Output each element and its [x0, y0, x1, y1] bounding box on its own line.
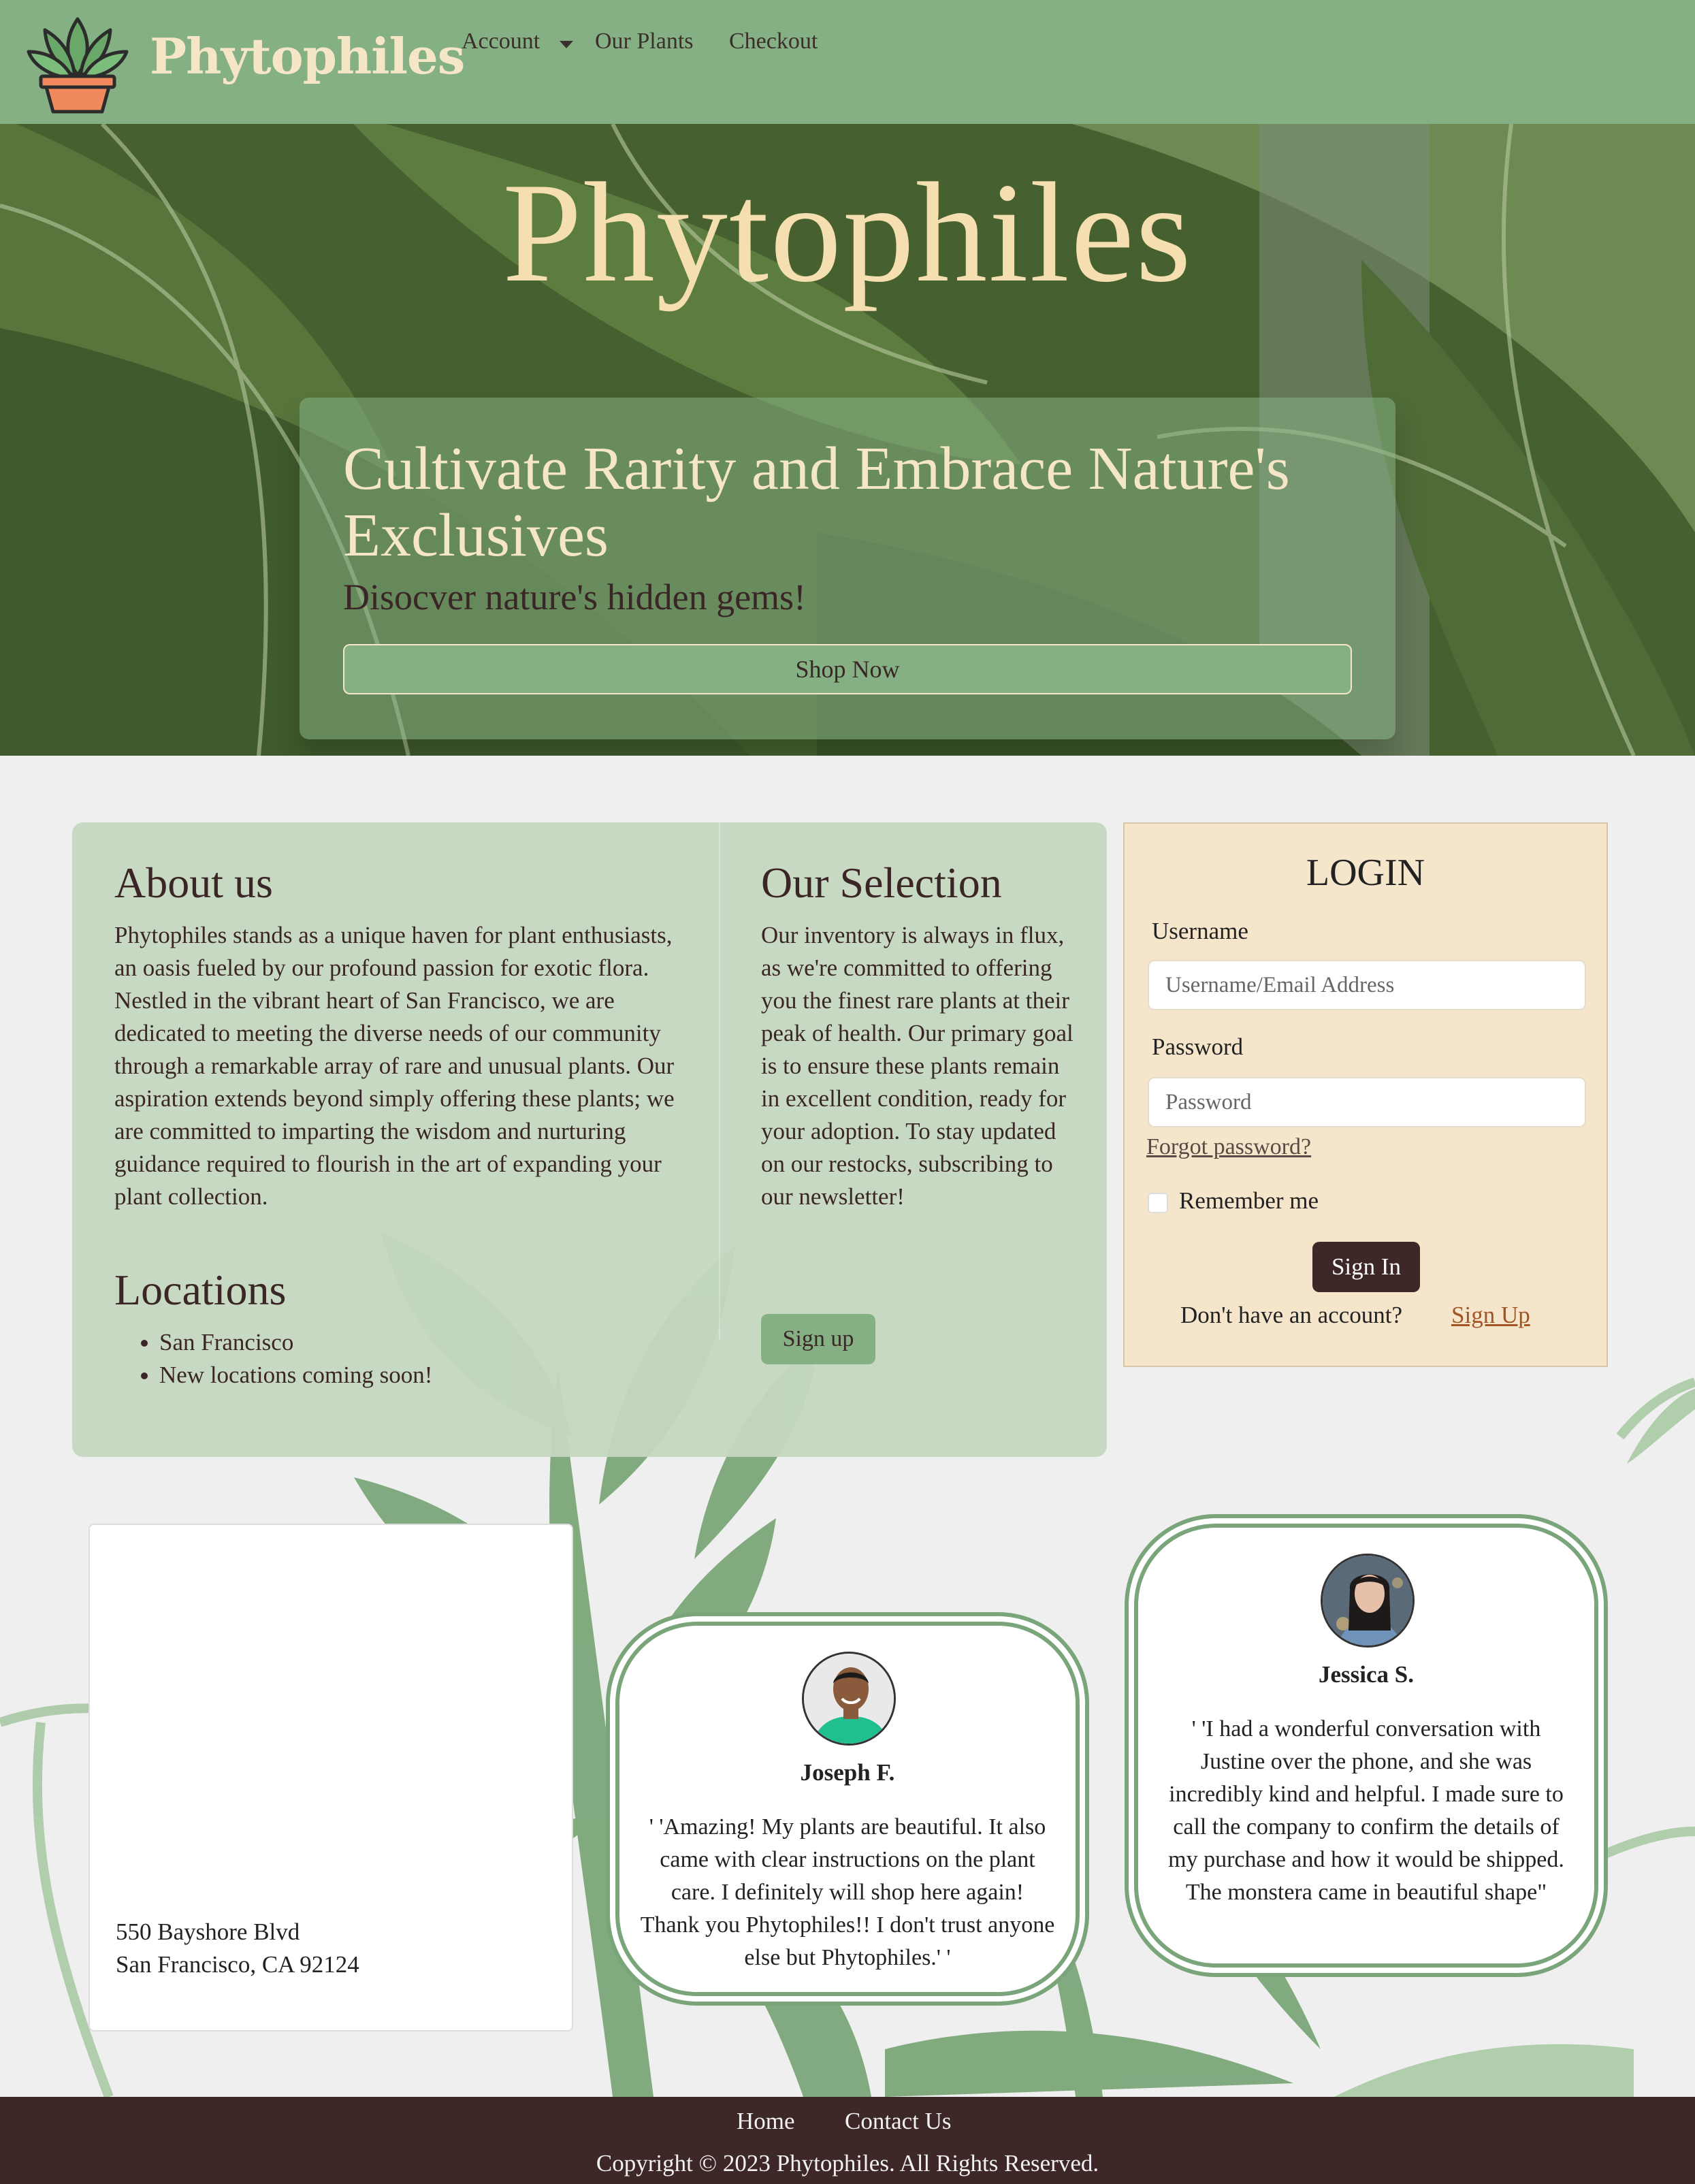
- footer-home-link[interactable]: Home: [737, 2108, 795, 2135]
- chevron-down-icon[interactable]: [560, 41, 573, 48]
- login-form: LOGIN Username Username/Email Address Pa…: [1123, 822, 1608, 1367]
- hero-heading: Cultivate Rarity and Embrace Nature's Ex…: [343, 435, 1290, 569]
- shop-now-button[interactable]: Shop Now: [343, 644, 1352, 694]
- hero-section: Phytophiles Cultivate Rarity and Embrace…: [0, 124, 1695, 756]
- about-text: Phytophiles stands as a unique haven for…: [114, 922, 675, 1210]
- potted-plant-icon[interactable]: [23, 10, 132, 116]
- testimonial-text: ' 'I had a wonderful conversation with J…: [1168, 1716, 1564, 1905]
- location-item: San Francisco: [159, 1326, 432, 1359]
- nav-account-dropdown[interactable]: Account: [462, 29, 540, 54]
- testimonial-text: ' 'Amazing! My plants are beautiful. It …: [640, 1814, 1055, 1970]
- login-title: LOGIN: [1306, 852, 1425, 894]
- locations-list: San Francisco New locations coming soon!: [159, 1326, 432, 1392]
- testimonial-name: Joseph F.: [800, 1759, 895, 1786]
- address-card: 550 Bayshore Blvd San Francisco, CA 9212…: [88, 1524, 573, 2032]
- no-account-text: Don't have an account?: [1180, 1302, 1403, 1328]
- testimonial-card: Jessica S. ' 'I had a wonderful conversa…: [1134, 1524, 1598, 1968]
- panel-divider: [719, 822, 720, 1340]
- about-heading: About us: [114, 858, 273, 907]
- sign-in-button[interactable]: Sign In: [1312, 1242, 1420, 1292]
- locations-heading: Locations: [114, 1266, 287, 1314]
- address-line-2: San Francisco, CA 92124: [116, 1951, 359, 1978]
- password-label: Password: [1152, 1033, 1244, 1060]
- hero-subheading: Disocver nature's hidden gems!: [343, 577, 807, 617]
- selection-heading: Our Selection: [761, 858, 1002, 907]
- password-input[interactable]: Password: [1148, 1077, 1586, 1127]
- testimonial-name: Jessica S.: [1319, 1661, 1414, 1688]
- nav-checkout[interactable]: Checkout: [729, 29, 818, 54]
- navbar: Phytophiles Account Our Plants Checkout: [0, 0, 1695, 124]
- testimonial-card: Joseph F. ' 'Amazing! My plants are beau…: [615, 1622, 1080, 1996]
- hero-card: Cultivate Rarity and Embrace Nature's Ex…: [300, 398, 1395, 739]
- footer-contact-link[interactable]: Contact Us: [845, 2108, 952, 2135]
- nav-our-plants[interactable]: Our Plants: [595, 29, 694, 54]
- avatar: [802, 1652, 896, 1746]
- username-input[interactable]: Username/Email Address: [1148, 960, 1586, 1010]
- newsletter-signup-button[interactable]: Sign up: [761, 1314, 875, 1364]
- avatar: [1321, 1554, 1415, 1648]
- footer: Home Contact Us Copyright © 2023 Phytoph…: [0, 2097, 1695, 2184]
- forgot-password-link[interactable]: Forgot password?: [1146, 1134, 1311, 1160]
- address-line-1: 550 Bayshore Blvd: [116, 1918, 300, 1945]
- hero-title: Phytophiles: [502, 154, 1193, 312]
- selection-text: Our inventory is always in flux, as we'r…: [761, 922, 1074, 1210]
- remember-me-label[interactable]: Remember me: [1179, 1187, 1319, 1215]
- about-selection-panel: About us Phytophiles stands as a unique …: [72, 822, 1107, 1457]
- location-item: New locations coming soon!: [159, 1359, 432, 1392]
- remember-me-checkbox[interactable]: [1148, 1193, 1168, 1213]
- sign-up-link[interactable]: Sign Up: [1451, 1302, 1530, 1329]
- copyright-text: Copyright © 2023 Phytophiles. All Rights…: [596, 2150, 1099, 2177]
- username-label: Username: [1152, 918, 1248, 944]
- brand-name[interactable]: Phytophiles: [150, 27, 465, 85]
